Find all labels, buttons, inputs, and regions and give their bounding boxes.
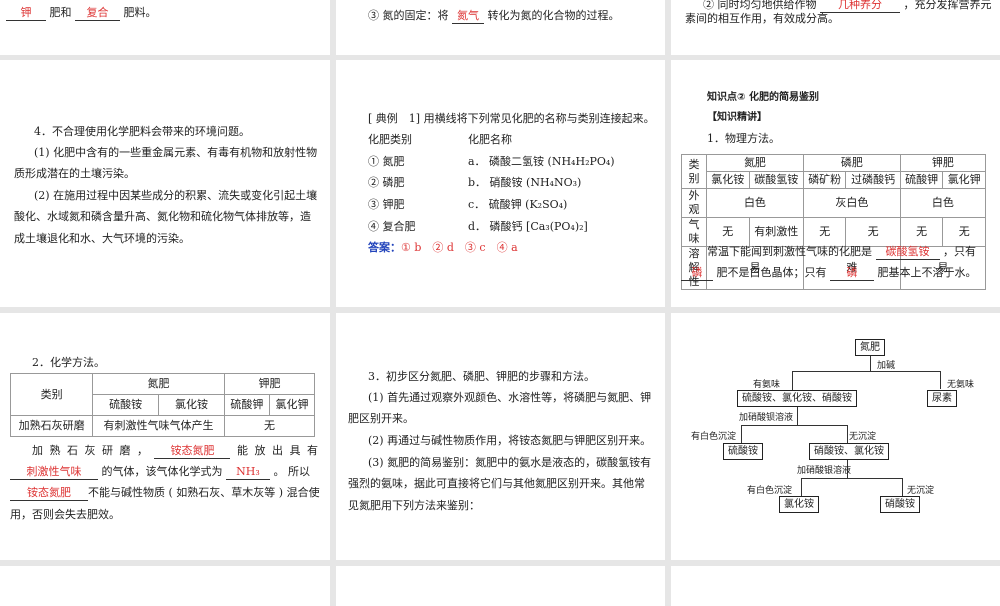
flow-label: 加硝酸银溶液 [797,466,852,476]
fill-text: 加 熟 石 灰 研 磨 ， 铵态氮肥 能 放 出 具 有 [32,444,318,459]
slide-8[interactable]: 3．初步区分氮肥、磷肥、钾肥的步骤和方法。 (1) 首先通过观察外观颜色、水溶性… [336,313,665,560]
paragraph-line: 用，否则会失去肥效。 [10,508,120,521]
header-cell: 钾肥 [223,373,316,395]
paragraph-line: (2) 再通过与碱性物质作用，将铵态氮肥与钾肥区别开来。 [368,434,652,447]
header-cell: 氮肥 [706,154,804,172]
chemical-method-table: 类别 氮肥 钾肥 硫酸铵 氯化铵 硫酸钾 氯化钾 加熟石灰研磨 有刺激性气味气体产生无 [9,373,316,437]
cell: 无 [942,217,986,247]
example-title: [ 典例 1] 用横线将下列常见化肥的名称与类别连接起来。 [368,112,655,125]
category-item: ③ 钾肥 [368,198,405,211]
paragraph-line: 见氮肥用下列方法来鉴别： [348,499,480,512]
header-cell: 硫酸钾 [223,394,270,416]
paragraph-line: 酸化、水域氮和磷含量升高、氮化物和硫化物气体排放等，造 [14,210,311,223]
header-cell: 磷矿粉 [802,171,847,189]
item-heading: 4．不合理使用化学肥料会带来的环境问题。 [34,125,250,138]
category-item: ④ 复合肥 [368,220,416,233]
header-cell: 钾肥 [899,154,987,172]
subheading: 【知识精讲】 [707,112,767,123]
answer: 答案：① b ② d ③ c ④ a [368,241,518,254]
column-label: 化肥名称 [468,133,512,146]
cell: 灰白色 [802,188,901,218]
flow-node: 氮肥 [855,339,885,356]
header-cell: 硫酸钾 [899,171,944,189]
flow-label: 加硝酸钡溶液 [739,413,794,423]
cell: 有刺激性 [748,217,804,247]
slide-12[interactable] [671,566,1000,606]
flow-label: 无沉淀 [907,486,935,496]
flow-node: 硫酸铵 [723,443,763,460]
header-cell: 类别 [9,373,94,416]
flow-node: 尿素 [927,390,957,407]
fertilizer-item: c． 硫酸钾 (K₂SO₄) [468,198,568,211]
flow-label: 加碱 [877,361,896,371]
fertilizer-item: d． 磷酸钙 [Ca₃(PO₄)₂] [468,220,588,233]
flow-node: 氯化铵 [779,496,819,513]
cell: 无 [899,217,944,247]
flow-label: 有白色沉淀 [691,432,737,442]
flow-node: 硝酸铵、氯化铵 [809,443,889,460]
slide-3[interactable]: ② 同时均匀地供给作物 几种养分 ，充分发挥营养元 素间的相互作用，有效成分高。 [671,0,1000,55]
slide-6[interactable]: 知识点② 化肥的简易鉴别 【知识精讲】 1．物理方法。 类别 氮肥 磷肥 钾肥 氯化铵… [671,60,1000,307]
section-heading: 知识点② 化肥的简易鉴别 [707,92,819,103]
cell: 白色 [899,188,987,218]
header-cell: 氯化铵 [158,394,225,416]
header-cell: 磷肥 [802,154,901,172]
item-heading: 1．物理方法。 [707,132,780,145]
slide-text: 素间的相互作用，有效成分高。 [685,12,839,25]
row-label: 外观 [681,188,707,218]
flow-label: 无沉淀 [849,432,877,442]
fill-text: 磷 肥不是白色晶体；只有 磷 肥基本上不溶于水。 [681,266,977,281]
header-cell: 氯化钾 [268,394,316,416]
fill-text: 刺激性气味 的气体，该气体化学式为 NH₃ 。 所以 [10,465,310,480]
flow-label: 有白色沉淀 [747,486,793,496]
cell: 白色 [706,188,804,218]
flow-label: 无氨味 [947,380,975,390]
row-label: 气味 [681,217,707,247]
header-cell: 硫酸铵 [92,394,160,416]
header-cell: 氯化钾 [942,171,986,189]
flow-label: 有氨味 [753,380,781,390]
slide-7[interactable]: 2．化学方法。 类别 氮肥 钾肥 硫酸铵 氯化铵 硫酸钾 氯化钾 加熟石灰研磨 有刺激性气味… [0,313,330,560]
paragraph-line: (1) 首先通过观察外观颜色、水溶性等，将磷肥与氮肥、钾 [368,391,652,404]
slide-text: 钾 肥和 复合 肥料。 [6,6,157,21]
slide-10[interactable] [0,566,330,606]
paragraph-line: 强烈的氨味，据此可直接将它们与其他氮肥区别开来。其他常 [348,477,645,490]
cell: 无 [845,217,901,247]
cell: 无 [706,217,750,247]
paragraph-line: (3) 氮肥的简易鉴别：氮肥中的氨水是液态的，碳酸氢铵有 [368,456,652,469]
slide-text: ③ 氮的固定：将 氮气 转化为氮的化合物的过程。 [368,9,620,24]
slide-1[interactable]: 钾 肥和 复合 肥料。 [0,0,330,55]
fill-text: 铵态氮肥 不能与碱性物质 ( 如熟石灰、草木灰等 ) 混合使 [10,486,320,501]
header-cell: 过磷酸钙 [845,171,901,189]
slide-4[interactable]: 4．不合理使用化学肥料会带来的环境问题。 (1) 化肥中含有的一些重金属元素、有… [0,60,330,307]
slide-5[interactable]: [ 典例 1] 用横线将下列常见化肥的名称与类别连接起来。 化肥类别 化肥名称 … [336,60,665,307]
header-cell: 类别 [681,154,707,189]
cell: 无 [223,415,316,437]
column-label: 化肥类别 [368,133,412,146]
header-cell: 氮肥 [92,373,225,395]
slide-9[interactable]: 氮肥 加碱 有氨味 无氨味 硫酸铵、氯化铵、硝酸铵 尿素 加硝酸钡溶液 有白色沉… [671,313,1000,560]
paragraph-line: 质形成潜在的土壤污染。 [14,167,135,180]
flow-node: 硝酸铵 [880,496,920,513]
header-cell: 氯化铵 [706,171,750,189]
item-heading: 3．初步区分氮肥、磷肥、钾肥的步骤和方法。 [368,370,595,383]
fertilizer-item: b． 硝酸铵 (NH₄NO₃) [468,176,582,189]
category-item: ② 磷肥 [368,176,405,189]
category-item: ① 氮肥 [368,155,405,168]
paragraph-line: 肥区别开来。 [348,412,414,425]
cell: 有刺激性气味气体产生 [92,415,225,437]
flow-node: 硫酸铵、氯化铵、硝酸铵 [737,390,857,407]
paragraph-line: 成土壤退化和水、大气环境的污染。 [14,232,190,245]
item-heading: 2．化学方法。 [32,356,105,369]
cell: 无 [802,217,847,247]
slide-11[interactable] [336,566,665,606]
paragraph-line: (1) 化肥中含有的一些重金属元素、有毒有机物和放射性物 [34,146,318,159]
fertilizer-item: a． 磷酸二氢铵 (NH₄H₂PO₄) [468,155,615,168]
paragraph-line: (2) 在施用过程中因某些成分的积累、流失或变化引起土壤 [34,189,318,202]
row-label: 加熟石灰研磨 [9,415,94,437]
slide-2[interactable]: ③ 氮的固定：将 氮气 转化为氮的化合物的过程。 [336,0,665,55]
fill-text: 常温下能闻到刺激性气味的化肥是 碳酸氢铵 ，只有 [707,245,976,260]
header-cell: 碳酸氢铵 [748,171,804,189]
